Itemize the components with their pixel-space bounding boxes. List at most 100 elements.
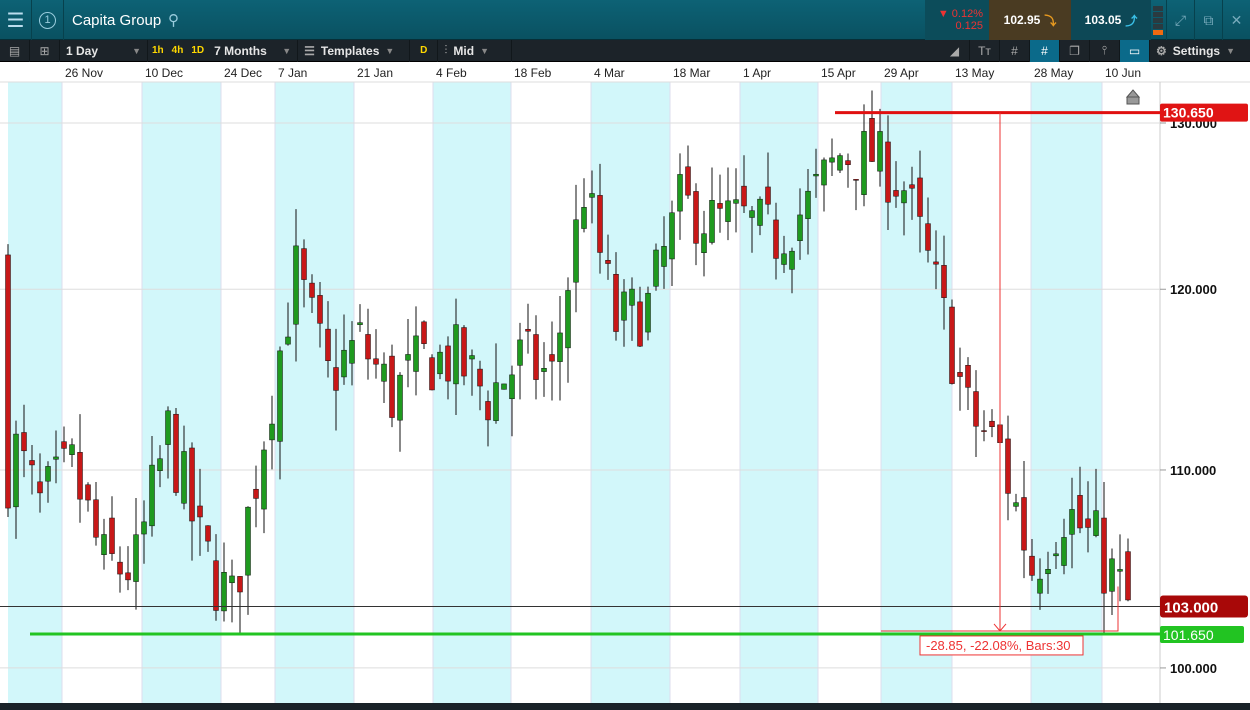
candle-down [301, 248, 307, 280]
draw-tool-icon[interactable]: ◢ [940, 39, 970, 62]
list-icon[interactable]: ▤ [0, 39, 30, 62]
candle-down [933, 261, 939, 265]
candle-up [293, 245, 299, 325]
menu-icon[interactable]: ☰ [0, 0, 32, 40]
candle-down [637, 301, 643, 347]
settings-button[interactable]: ⚙ Settings ▼ [1150, 40, 1250, 62]
shaded-band [275, 82, 354, 703]
x-tick-label: 4 Mar [594, 66, 625, 80]
candle-down [717, 203, 723, 209]
candle-down [885, 141, 891, 203]
candle-up [557, 332, 563, 362]
candle-down [853, 179, 859, 181]
arrow-up-icon: ⤴ [1125, 13, 1138, 28]
maximize-icon[interactable]: ⤢ [1166, 0, 1194, 40]
candle-down [773, 219, 779, 259]
candle-up [165, 410, 171, 445]
change-percent: ▼ 0.12% [937, 8, 983, 20]
sell-button[interactable]: 102.95 ⤵ [989, 0, 1071, 40]
instrument-title[interactable]: Capita Group [72, 0, 161, 40]
candle-up [661, 246, 667, 267]
candle-up [437, 351, 443, 375]
candle-up [669, 212, 675, 260]
candle-up [45, 466, 51, 482]
candle-down [893, 190, 899, 197]
x-tick-label: 7 Jan [278, 66, 307, 80]
candle-up [749, 210, 755, 218]
layout-icon[interactable]: ⊞ [30, 39, 60, 62]
popout-icon[interactable]: ⧉ [1194, 0, 1222, 40]
crosshair-icon[interactable]: # [1030, 39, 1060, 62]
candle-up [101, 534, 107, 555]
y-tick-label: 100.000 [1170, 661, 1217, 676]
candle-down [685, 166, 691, 196]
link-group-button[interactable]: 1 [32, 0, 64, 40]
candle-down [205, 525, 211, 542]
candle-down [309, 282, 315, 298]
quick-4h[interactable]: 4h [168, 45, 188, 56]
search-icon[interactable]: ⚲ [168, 0, 179, 40]
candle-down [365, 334, 371, 360]
candle-up [1045, 569, 1051, 575]
quick-1d[interactable]: 1D [187, 45, 208, 56]
candle-up [181, 451, 187, 504]
candle-up [709, 200, 715, 243]
candle-up [493, 382, 499, 421]
candle-up [757, 198, 763, 226]
shaded-band [740, 82, 818, 703]
candle-up [349, 340, 355, 364]
indicator-icon[interactable]: ⫯ [1090, 39, 1120, 62]
candle-up [797, 214, 803, 241]
candle-up [781, 253, 787, 265]
candle-down [525, 328, 531, 332]
candle-up [501, 383, 507, 390]
x-tick-label: 24 Dec [224, 66, 262, 80]
range-value: 7 Months [214, 43, 267, 58]
candle-down [1125, 551, 1131, 601]
candle-down [1029, 555, 1035, 576]
buy-button[interactable]: 103.05 ⤴ [1071, 0, 1151, 40]
d-button[interactable]: D [410, 39, 439, 62]
candle-down [213, 560, 219, 611]
range-select[interactable]: 7 Months ▼ [208, 39, 299, 62]
candle-up [725, 200, 731, 222]
measure-label: -28.85, -22.08%, Bars:30 [926, 638, 1071, 653]
candle-up [645, 292, 651, 333]
candle-down [117, 561, 123, 575]
candle-down [421, 321, 427, 344]
candle-up [381, 363, 387, 382]
candle-down [109, 517, 115, 554]
text-size-icon[interactable]: Tт [970, 39, 1000, 62]
x-tick-label: 18 Mar [673, 66, 710, 80]
candle-down [1085, 518, 1091, 528]
candle-down [37, 481, 43, 494]
close-icon[interactable]: ✕ [1222, 0, 1250, 40]
candle-down [981, 430, 987, 432]
interval-value: 1 Day [66, 43, 99, 58]
candle-up [877, 131, 883, 172]
candle-down [605, 260, 611, 264]
candle-down [29, 460, 35, 466]
candle-up [69, 444, 75, 455]
candle-down [1077, 495, 1083, 529]
quick-1h[interactable]: 1h [148, 45, 168, 56]
candle-down [949, 306, 955, 384]
x-tick-label: 10 Jun [1105, 66, 1141, 80]
bottom-border [0, 703, 1250, 710]
grid-icon[interactable]: # [1000, 39, 1030, 62]
candle-up [517, 339, 523, 366]
candle-up [621, 291, 627, 321]
candle-up [13, 433, 19, 508]
price-type-select[interactable]: ⫶ Mid ▼ [438, 39, 513, 62]
shaded-band [142, 82, 221, 703]
sell-price: 102.95 [1003, 13, 1041, 27]
shaded-band [8, 82, 62, 703]
candle-down [533, 334, 539, 380]
tag-icon[interactable]: ▭ [1120, 39, 1150, 62]
copy-icon[interactable]: ❐ [1060, 39, 1090, 62]
interval-select[interactable]: 1 Day ▼ [60, 39, 148, 62]
settings-label: Settings [1172, 43, 1221, 58]
candlestick-chart[interactable]: 26 Nov 10 Dec 24 Dec 7 Jan 21 Jan 4 Feb 18 Feb… [0, 62, 1250, 710]
templates-button[interactable]: ☰ Templates ▼ [298, 39, 411, 62]
x-tick-label: 28 May [1034, 66, 1073, 80]
